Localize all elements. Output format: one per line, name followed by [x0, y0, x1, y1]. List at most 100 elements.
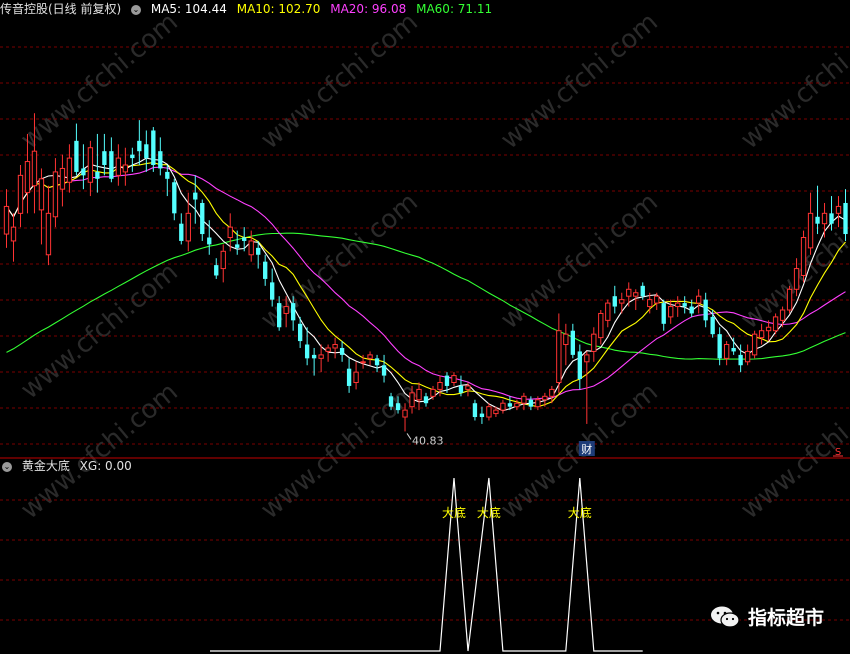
candle-body [395, 403, 401, 411]
candle-body [514, 402, 520, 408]
candle [374, 354, 380, 373]
stock-title: 传音控股(日线 前复权) [0, 2, 122, 16]
candle-body [87, 147, 94, 183]
candle-body [137, 140, 142, 152]
collapse-indicator-icon[interactable]: ⌄ [2, 461, 12, 472]
candle [59, 154, 66, 207]
candle-body [549, 388, 555, 397]
candle-body [388, 396, 394, 407]
candle [605, 299, 611, 328]
candle [200, 199, 205, 241]
candle-body [772, 316, 779, 332]
candle [311, 347, 317, 376]
candle-body [738, 354, 743, 366]
candle [179, 213, 184, 245]
candle [563, 323, 569, 366]
candle [74, 123, 79, 176]
candle-body [115, 157, 122, 176]
candle [570, 323, 575, 359]
candle [815, 185, 820, 235]
candle-body [843, 202, 848, 235]
candle-body [130, 154, 135, 159]
candle-body [227, 226, 233, 238]
candle-body [458, 385, 464, 393]
candle [193, 175, 198, 224]
ma5-readout: MA5: 104.44 [150, 2, 227, 16]
candle-body [214, 265, 219, 276]
candle [577, 344, 582, 390]
signal-label: 大底 [568, 505, 592, 520]
candle-body [598, 312, 604, 339]
candle-body [158, 151, 163, 169]
candle [158, 137, 163, 176]
candle [66, 144, 73, 193]
candle-body [179, 223, 184, 241]
candle [248, 230, 254, 262]
candle [486, 403, 492, 421]
candle [744, 344, 751, 366]
candle [451, 372, 457, 386]
candle-body [74, 140, 79, 172]
candle-body [220, 250, 226, 270]
candle [772, 313, 779, 335]
watermark-text: www.cfchi.com [495, 7, 664, 155]
candle [367, 351, 373, 366]
candle-body [758, 330, 765, 339]
candle-body [59, 167, 66, 190]
indicator-header: ⌄ 黄金大底 XG: 0.00 [2, 457, 138, 475]
collapse-icon[interactable]: ⌄ [131, 4, 142, 15]
candle-body [66, 157, 73, 183]
candle-body [38, 178, 45, 211]
candle-body [465, 385, 471, 390]
candle-body [444, 375, 450, 386]
candle-body [374, 358, 380, 366]
candle-body [353, 371, 359, 383]
candle-body [430, 388, 436, 397]
candle [144, 130, 149, 172]
candle-body [235, 244, 240, 248]
candle-body [633, 292, 639, 297]
brand-name: 指标超市 [747, 607, 824, 629]
candle-body [277, 303, 282, 328]
candle [353, 361, 359, 390]
candle-body [815, 216, 820, 224]
candle-body [696, 295, 702, 304]
candle-body [493, 409, 499, 415]
candle-body [647, 299, 653, 308]
candle-body [612, 296, 617, 307]
candle [479, 406, 485, 424]
watermark-text: www.cfchi.com [735, 7, 850, 155]
candle [45, 185, 52, 266]
candle [626, 282, 632, 307]
candle-body [723, 344, 730, 359]
candle-body [563, 333, 569, 346]
candle [220, 244, 226, 283]
candle-body [786, 288, 793, 311]
candle [661, 299, 666, 331]
candle-body [668, 306, 674, 318]
candle-body [256, 247, 261, 255]
candle-body [689, 306, 694, 314]
brand-badge: 指标超市 [710, 603, 824, 630]
chart-annotations: 40.83财 S [406, 433, 843, 458]
candle [3, 189, 10, 248]
candle [318, 344, 324, 373]
candle-body [200, 202, 205, 235]
candle [95, 133, 100, 193]
stock-chart[interactable]: www.cfchi.com www.cfchi.com www.cfchi.com w… [0, 0, 850, 654]
candle-body [423, 396, 429, 404]
candle [612, 285, 617, 314]
candle [172, 178, 177, 221]
candle [703, 292, 708, 328]
candle [10, 213, 17, 262]
candle-body [528, 399, 534, 407]
watermark-text: www.cfchi.com [15, 7, 184, 155]
candle-body [640, 285, 645, 297]
candle-body [717, 334, 722, 359]
candle-body [360, 361, 366, 364]
watermark-text: www.cfchi.com [255, 7, 424, 155]
candle [339, 341, 345, 362]
candle-body [270, 282, 275, 300]
candle-body [109, 151, 114, 179]
candle [52, 158, 59, 228]
